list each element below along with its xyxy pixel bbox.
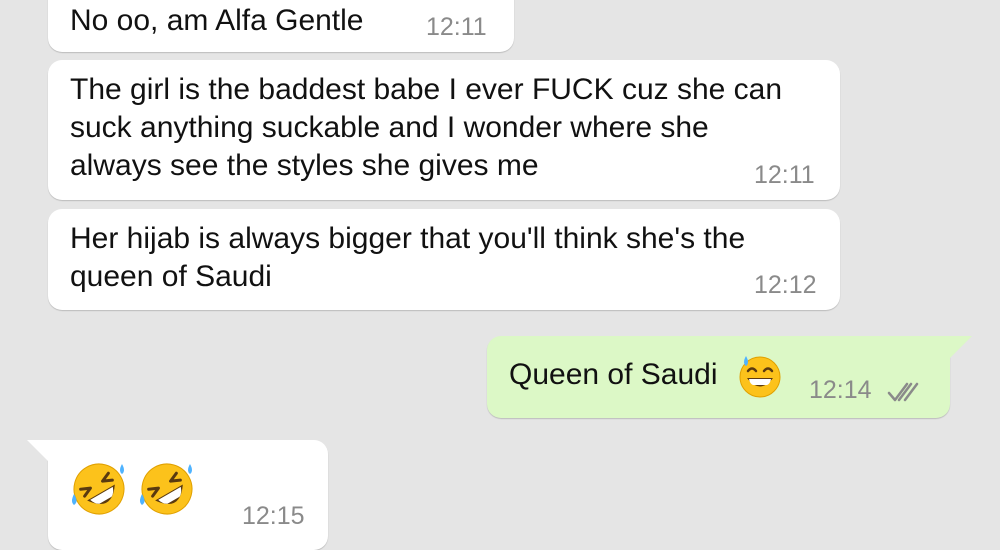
message-bubble-incoming[interactable]: 12:15 [48, 440, 328, 550]
message-bubble-incoming[interactable]: The girl is the baddest babe I ever FUCK… [48, 60, 840, 200]
message-bubble-outgoing[interactable]: Queen of Saudi 12:14 [487, 336, 950, 418]
message-timestamp: 12:12 [754, 271, 817, 299]
message-timestamp: 12:14 [809, 376, 872, 404]
message-timestamp: 12:15 [242, 502, 305, 530]
message-bubble-incoming[interactable]: Her hijab is always bigger that you'll t… [48, 209, 840, 310]
message-text-content: Queen of Saudi [509, 358, 718, 391]
rolling-on-floor-laughing-emoji [136, 458, 198, 520]
message-text: Queen of Saudi [509, 356, 718, 394]
message-timestamp: 12:11 [426, 13, 487, 41]
rolling-on-floor-laughing-emoji [68, 458, 130, 520]
read-double-check-icon [887, 376, 923, 414]
message-text: Her hijab is always bigger that you'll t… [70, 222, 746, 293]
message-bubble-incoming[interactable]: No oo, am Alfa Gentle 12:11 [48, 0, 514, 52]
message-text: No oo, am Alfa Gentle [70, 4, 364, 37]
message-timestamp: 12:11 [754, 161, 815, 189]
bubble-tail [950, 336, 972, 358]
message-text: The girl is the baddest babe I ever FUCK… [70, 73, 783, 182]
grinning-sweat-emoji [737, 353, 783, 399]
bubble-tail [27, 440, 49, 462]
